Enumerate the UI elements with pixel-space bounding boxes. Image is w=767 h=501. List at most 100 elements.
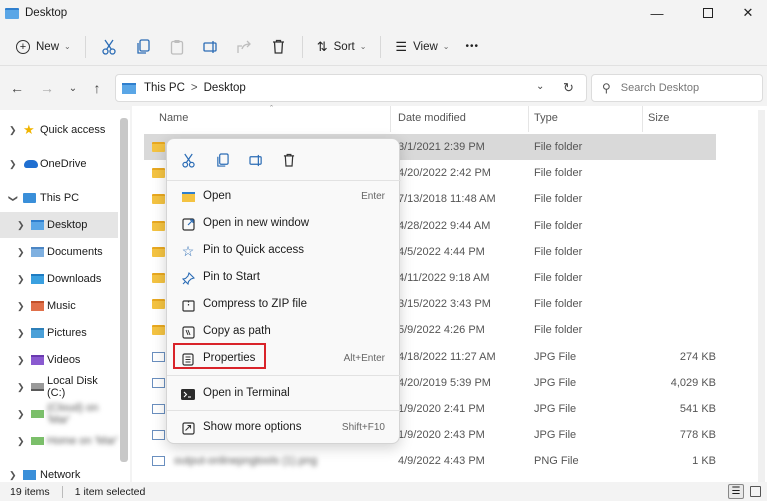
context-rename-button[interactable] bbox=[239, 145, 273, 175]
open-folder-icon bbox=[181, 190, 195, 204]
context-quick-actions bbox=[167, 145, 401, 175]
menu-item-open[interactable]: Open Enter bbox=[171, 184, 397, 210]
breadcrumb-desktop[interactable]: Desktop bbox=[204, 82, 246, 94]
sidebar-item-pictures[interactable]: ❯ Pictures bbox=[0, 320, 118, 346]
more-options-button[interactable]: ••• bbox=[458, 32, 488, 62]
menu-item-open-new-window[interactable]: Open in new window bbox=[171, 211, 397, 237]
file-list-scrollbar[interactable] bbox=[758, 110, 765, 482]
window-title: Desktop bbox=[25, 7, 68, 19]
tiles-view-button[interactable] bbox=[750, 486, 761, 497]
sidebar-item-quick-access[interactable]: ❯ ★ Quick access bbox=[0, 117, 118, 143]
search-icon: ⚲ bbox=[602, 81, 611, 95]
context-cut-button[interactable] bbox=[171, 145, 205, 175]
file-row[interactable]: output-onlinepngtools (1).png 4/9/2022 4… bbox=[144, 448, 716, 474]
recent-button[interactable]: ⌄ bbox=[60, 75, 86, 101]
sidebar-item-label: Quick access bbox=[40, 124, 106, 136]
up-button[interactable]: ↑ bbox=[84, 75, 110, 101]
details-view-button[interactable]: ☰ bbox=[728, 484, 744, 499]
copy-icon bbox=[137, 38, 150, 54]
chevron-down-icon: ⌄ bbox=[64, 42, 71, 51]
sidebar-item-desktop[interactable]: ❯ Desktop bbox=[0, 212, 118, 238]
folder-icon bbox=[152, 325, 165, 335]
column-header-type[interactable]: Type bbox=[534, 112, 558, 124]
new-button[interactable]: + New ⌄ bbox=[8, 32, 79, 62]
menu-item-label: Compress to ZIP file bbox=[203, 298, 307, 310]
menu-item-label: Open in Terminal bbox=[203, 387, 290, 399]
terminal-icon bbox=[181, 387, 195, 401]
file-type: PNG File bbox=[534, 455, 579, 467]
delete-button[interactable] bbox=[262, 32, 296, 62]
menu-item-compress-zip[interactable]: Compress to ZIP file bbox=[171, 292, 397, 318]
sidebar-item-label: Music bbox=[47, 300, 76, 312]
command-bar: + New ⌄ ⇅ Sort ⌄ ☰ View ⌄ ••• bbox=[0, 28, 767, 66]
menu-item-copy-as-path[interactable]: Copy as path bbox=[171, 319, 397, 345]
menu-item-label: Open bbox=[203, 190, 232, 202]
menu-item-label: Pin to Start bbox=[203, 271, 260, 283]
sidebar-item-downloads[interactable]: ❯ Downloads bbox=[0, 266, 118, 292]
menu-item-pin-quick-access[interactable]: ☆ Pin to Quick access bbox=[171, 238, 397, 264]
chevron-right-icon: ❯ bbox=[9, 469, 17, 480]
file-size: 4,029 KB bbox=[670, 377, 716, 389]
column-divider[interactable] bbox=[390, 106, 391, 132]
sidebar-item-local-disk[interactable]: ❯ Local Disk (C:) bbox=[0, 374, 118, 400]
cut-button[interactable] bbox=[92, 32, 126, 62]
address-bar[interactable]: This PC > Desktop ⌄ ↻ bbox=[115, 74, 587, 102]
menu-item-pin-start[interactable]: Pin to Start bbox=[171, 265, 397, 291]
status-bar: 19 items 1 item selected ☰ bbox=[0, 482, 767, 501]
sidebar-item-label: Desktop bbox=[47, 219, 88, 231]
sidebar-item-label: Network bbox=[40, 469, 81, 481]
image-file-icon bbox=[152, 352, 165, 362]
chevron-right-icon: ❯ bbox=[17, 300, 25, 311]
context-copy-button[interactable] bbox=[205, 145, 239, 175]
maximize-button[interactable] bbox=[686, 0, 730, 26]
file-date: 4/28/2022 9:44 AM bbox=[398, 220, 491, 232]
sort-label: Sort bbox=[333, 40, 355, 53]
sidebar-item-videos[interactable]: ❯ Videos bbox=[0, 347, 118, 373]
sort-button[interactable]: ⇅ Sort ⌄ bbox=[309, 32, 375, 62]
column-divider[interactable] bbox=[528, 106, 529, 132]
chevron-right-icon: ❯ bbox=[17, 354, 25, 365]
view-button[interactable]: ☰ View ⌄ bbox=[387, 32, 457, 62]
image-file-icon bbox=[152, 456, 165, 466]
new-label: New bbox=[36, 40, 60, 53]
sidebar-item-this-pc[interactable]: ❯ This PC bbox=[0, 185, 118, 211]
breadcrumb-separator: > bbox=[190, 82, 198, 94]
column-header-size[interactable]: Size bbox=[648, 112, 669, 124]
sidebar-item-onedrive[interactable]: ❯ OneDrive bbox=[0, 151, 118, 177]
share-icon bbox=[237, 40, 252, 53]
back-button[interactable]: ← bbox=[4, 75, 30, 101]
rename-button[interactable] bbox=[194, 32, 228, 62]
breadcrumb-this-pc[interactable]: This PC bbox=[144, 82, 185, 94]
folder-icon bbox=[152, 142, 165, 152]
folder-icon bbox=[5, 7, 19, 19]
sidebar-scrollbar[interactable] bbox=[120, 118, 128, 462]
menu-item-open-terminal[interactable]: Open in Terminal bbox=[171, 381, 397, 407]
folder-icon bbox=[122, 82, 136, 94]
file-type: JPG File bbox=[534, 377, 577, 389]
close-button[interactable]: ✕ bbox=[726, 0, 767, 26]
minimize-button[interactable]: — bbox=[635, 0, 679, 26]
file-type: File folder bbox=[534, 324, 583, 336]
view-icon: ☰ bbox=[395, 38, 408, 54]
file-date: 3/15/2022 3:43 PM bbox=[398, 298, 491, 310]
sidebar-item-documents[interactable]: ❯ Documents bbox=[0, 239, 118, 265]
refresh-button[interactable]: ↻ bbox=[563, 80, 574, 96]
search-input[interactable]: ⚲ Search Desktop bbox=[591, 74, 763, 102]
paste-button[interactable] bbox=[160, 32, 194, 62]
share-button[interactable] bbox=[228, 32, 262, 62]
sidebar-item-music[interactable]: ❯ Music bbox=[0, 293, 118, 319]
address-dropdown[interactable]: ⌄ bbox=[536, 81, 544, 92]
context-delete-button[interactable] bbox=[272, 145, 306, 175]
menu-item-show-more-options[interactable]: Show more options Shift+F10 bbox=[171, 415, 397, 441]
trash-icon bbox=[283, 153, 295, 167]
forward-button[interactable]: → bbox=[34, 75, 60, 101]
file-size: 541 KB bbox=[679, 403, 716, 415]
copy-button[interactable] bbox=[126, 32, 160, 62]
sidebar-item-network-drive-1[interactable]: ❯ (Cloud) on 'Mar' bbox=[0, 401, 118, 427]
sidebar-item-network-drive-2[interactable]: ❯ Home on 'Mar' bbox=[0, 428, 118, 454]
image-file-icon bbox=[152, 404, 165, 414]
column-divider[interactable] bbox=[642, 106, 643, 132]
column-header-name[interactable]: Name bbox=[159, 112, 188, 124]
column-header-date[interactable]: Date modified bbox=[398, 112, 466, 124]
network-drive-icon bbox=[31, 437, 44, 445]
